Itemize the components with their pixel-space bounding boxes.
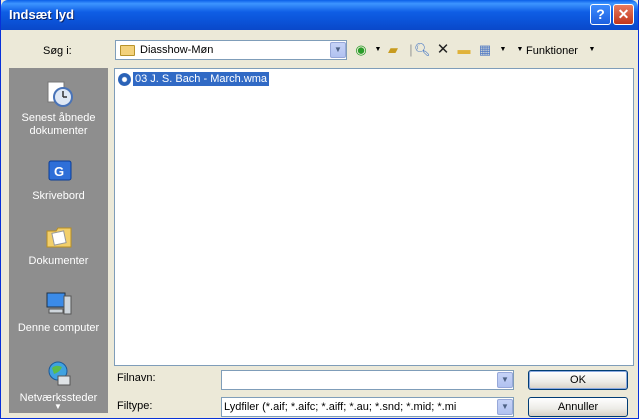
look-in-label: Søg i: xyxy=(43,45,72,57)
tools-chevron-icon[interactable]: ▼ xyxy=(584,42,600,58)
window-title: Indsæt lyd xyxy=(9,7,75,22)
place-network-places[interactable]: Netværkssteder xyxy=(9,360,108,405)
audio-file-icon xyxy=(118,73,131,86)
look-in-dropdown[interactable]: Diasshow-Møn ▼ xyxy=(115,40,347,60)
place-label: Dokumenter xyxy=(28,255,89,267)
cancel-button[interactable]: Annuller xyxy=(528,397,628,417)
place-label: Senest åbnede dokumenter xyxy=(21,112,96,137)
back-dropdown-icon[interactable]: ▼ xyxy=(370,42,386,58)
close-button[interactable]: ✕ xyxy=(613,4,634,25)
search-web-icon[interactable]: 🔍︎ xyxy=(414,42,431,58)
place-my-documents[interactable]: Dokumenter xyxy=(9,223,108,268)
help-button[interactable]: ? xyxy=(590,4,611,25)
chevron-down-icon[interactable]: ▼ xyxy=(497,372,513,388)
views-icon[interactable]: ▦ xyxy=(477,42,493,58)
desktop-icon: G xyxy=(48,160,71,181)
filetype-value: Lydfiler (*.aif; *.aifc; *.aiff; *.au; *… xyxy=(224,401,457,413)
place-label: Denne computer xyxy=(17,322,100,334)
network-places-icon xyxy=(48,361,70,386)
look-in-value: Diasshow-Møn xyxy=(140,44,214,56)
folder-icon xyxy=(120,45,135,56)
tools-menu-button[interactable]: Funktioner xyxy=(526,45,578,57)
svg-text:G: G xyxy=(54,164,64,179)
back-icon[interactable]: ◉ xyxy=(353,42,369,58)
title-bar[interactable]: Indsæt lyd ? ✕ xyxy=(1,0,638,30)
my-documents-icon xyxy=(46,227,71,248)
place-my-computer[interactable]: Denne computer xyxy=(9,290,108,335)
views-dropdown-icon[interactable]: ▼ xyxy=(495,42,511,58)
place-label: Skrivebord xyxy=(32,190,85,202)
my-computer-icon xyxy=(46,292,71,315)
places-scroll-down-icon[interactable]: ▼ xyxy=(54,402,62,411)
file-list[interactable]: 03 J. S. Bach - March.wma xyxy=(114,68,634,366)
filename-label: Filnavn: xyxy=(117,372,156,384)
filename-input[interactable]: ▼ xyxy=(221,370,514,390)
place-desktop[interactable]: G Skrivebord xyxy=(9,158,108,203)
insert-sound-dialog: Indsæt lyd ? ✕ Søg i: Diasshow-Møn ▼ ◉ ▼… xyxy=(0,0,639,419)
recent-documents-icon xyxy=(47,81,73,107)
delete-icon[interactable]: ✕ xyxy=(435,42,451,58)
place-recent-documents[interactable]: Senest åbnede dokumenter xyxy=(9,80,108,138)
up-folder-icon[interactable]: ▰ xyxy=(385,42,401,58)
places-bar: Senest åbnede dokumenter G Skrivebord Do… xyxy=(9,68,108,413)
chevron-down-icon[interactable]: ▼ xyxy=(497,399,513,415)
filetype-dropdown[interactable]: Lydfiler (*.aif; *.aifc; *.aiff; *.au; *… xyxy=(221,397,514,417)
ok-button[interactable]: OK xyxy=(528,370,628,390)
file-name: 03 J. S. Bach - March.wma xyxy=(133,72,270,86)
filetype-label: Filtype: xyxy=(117,400,153,412)
chevron-down-icon[interactable]: ▼ xyxy=(330,42,346,58)
new-folder-icon[interactable]: ▬ xyxy=(456,42,472,58)
